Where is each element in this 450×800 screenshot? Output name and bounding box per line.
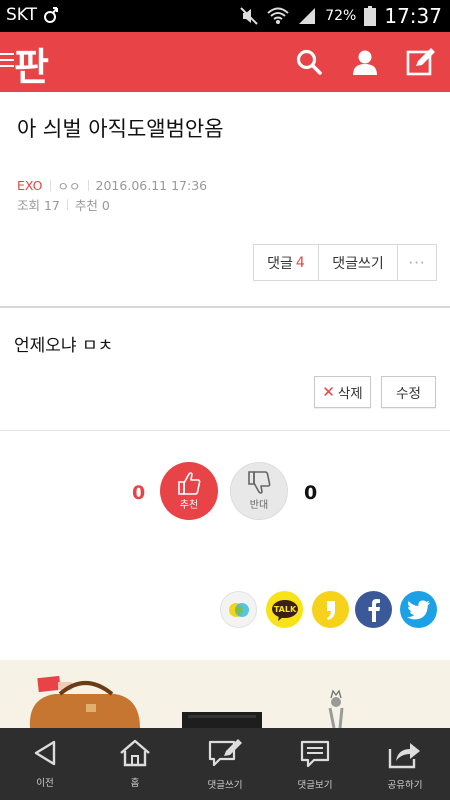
downvote-label: 반대: [249, 500, 269, 511]
carrier-label: SKT: [6, 5, 38, 25]
comments-count: 4: [295, 254, 305, 271]
post-meta: EXO ㅇㅇ 2016.06.11 17:36: [17, 176, 207, 195]
user-icon: [353, 50, 377, 75]
search-icon: [296, 49, 322, 75]
comments-label: 댓글: [267, 255, 293, 272]
facebook-icon: [368, 598, 380, 622]
edit-label: 수정: [396, 386, 421, 402]
delete-label: 삭제: [337, 386, 363, 402]
nav-share[interactable]: 공유하기: [360, 728, 450, 800]
quote-icon: [326, 600, 335, 620]
section-divider: [0, 430, 450, 431]
clock: 17:37: [384, 4, 442, 28]
share-icon: [388, 743, 420, 769]
close-icon: ✕: [322, 383, 335, 401]
view-count: 조회 17: [17, 198, 60, 213]
nav-write-comment-label: 댓글쓰기: [207, 780, 243, 791]
post-body: 언제오냐 ㅁㅊ: [14, 336, 114, 356]
nav-home[interactable]: 홈: [90, 728, 180, 800]
downvote-button[interactable]: 반대: [230, 462, 288, 520]
recommend-count: 추천 0: [74, 198, 110, 213]
section-divider: [0, 306, 450, 308]
post-stats: 조회 17 추천 0: [17, 195, 110, 214]
thumbs-down-icon: [248, 471, 271, 494]
divider: [87, 180, 89, 191]
search-button[interactable]: [291, 44, 327, 80]
downvote-count: 0: [304, 482, 318, 504]
ad-banner[interactable]: [0, 660, 450, 728]
wifi-icon: [267, 7, 289, 24]
post-date: 2016.06.11 17:36: [95, 178, 208, 193]
divider: [66, 199, 68, 210]
nav-share-label: 공유하기: [387, 780, 423, 791]
signal-icon: [299, 8, 316, 24]
upvote-count: 0: [132, 482, 146, 504]
status-bar: SKT 72% 17:37: [0, 0, 450, 32]
app-logo[interactable]: 판: [14, 36, 49, 91]
facebook-share-button[interactable]: [355, 591, 392, 628]
menu-icon[interactable]: [0, 53, 14, 71]
nav-prev[interactable]: 이전: [0, 728, 90, 800]
nav-prev-label: 이전: [36, 778, 54, 789]
edit-icon: [406, 48, 435, 76]
quote-share-button[interactable]: [312, 591, 349, 628]
bottom-navigation: 이전 홈 댓글쓰기 댓글보기 공유하기: [0, 728, 450, 800]
write-comment-icon: [208, 739, 242, 767]
delete-button[interactable]: ✕ 삭제: [314, 376, 371, 408]
kakaostory-share-button[interactable]: [220, 591, 257, 628]
back-arrow-icon: [34, 740, 56, 766]
mute-icon: [240, 7, 258, 25]
battery-icon: [364, 6, 377, 26]
home-icon: [120, 739, 150, 767]
ad-illustration: [29, 675, 344, 728]
nav-home-label: 홈: [130, 778, 140, 789]
kakaostory-icon: [228, 602, 249, 617]
write-button[interactable]: [403, 44, 439, 80]
write-comment-label: 댓글쓰기: [332, 255, 384, 272]
kakaotalk-icon: TALK: [271, 599, 298, 621]
thumbs-up-icon: [178, 472, 201, 495]
nav-write-comment[interactable]: 댓글쓰기: [180, 728, 270, 800]
write-comment-button[interactable]: 댓글쓰기: [319, 245, 398, 280]
post-author: ㅇㅇ: [57, 179, 81, 194]
divider: [49, 180, 51, 191]
comments-icon: [300, 740, 330, 768]
profile-button[interactable]: [347, 44, 383, 80]
svg-text:TALK: TALK: [273, 605, 296, 614]
nav-view-comments[interactable]: 댓글보기: [270, 728, 360, 800]
more-icon: ···: [408, 253, 426, 272]
comment-button-group: 댓글 4 댓글쓰기 ···: [253, 244, 437, 281]
kakaotalk-share-button[interactable]: TALK: [266, 591, 303, 628]
edit-button[interactable]: 수정: [381, 376, 436, 408]
post-title: 아 싀벌 아직도앨범안옴: [17, 117, 224, 141]
comments-button[interactable]: 댓글 4: [254, 245, 319, 280]
gender-icon: [44, 7, 59, 23]
post-category[interactable]: EXO: [17, 178, 43, 193]
upvote-button[interactable]: 추천: [160, 462, 218, 520]
nav-view-comments-label: 댓글보기: [297, 780, 333, 791]
battery-percent: 72%: [325, 8, 357, 24]
more-button[interactable]: ···: [398, 245, 436, 280]
upvote-label: 추천: [179, 500, 199, 511]
twitter-share-button[interactable]: [400, 591, 437, 628]
app-header: 판: [0, 32, 450, 92]
twitter-icon: [406, 599, 430, 619]
